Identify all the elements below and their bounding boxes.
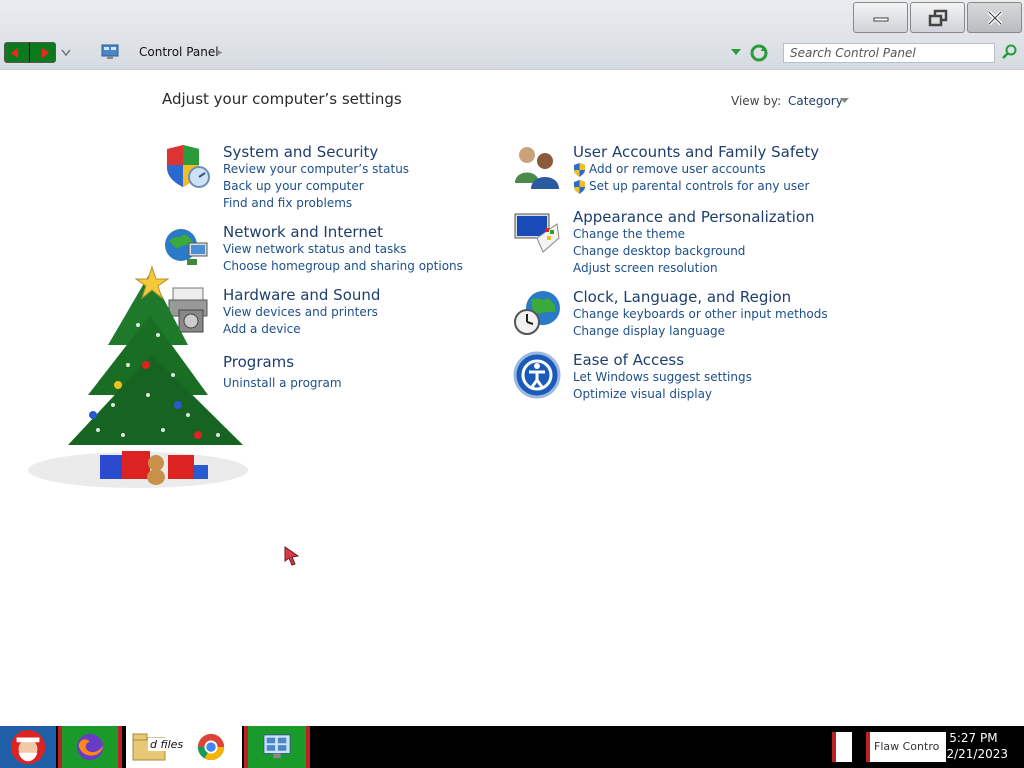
search-icon[interactable] bbox=[1002, 44, 1018, 60]
search-placeholder: Search Control Panel bbox=[790, 46, 916, 60]
control-panel-taskbar-icon bbox=[263, 734, 291, 759]
title-bar: Control Panel ▸ Search Control Panel bbox=[0, 0, 1024, 70]
clock-time: 5:27 PM bbox=[949, 731, 998, 745]
category-ease-of-access: Ease of Access Let Windows suggest setti… bbox=[513, 351, 833, 405]
globe-clock-icon[interactable] bbox=[513, 288, 561, 336]
search-input[interactable]: Search Control Panel bbox=[783, 43, 995, 63]
window-controls bbox=[853, 2, 1022, 33]
link-screen-resolution[interactable]: Adjust screen resolution bbox=[573, 261, 718, 275]
forward-button[interactable] bbox=[30, 43, 55, 62]
uac-shield-icon bbox=[574, 180, 585, 194]
category-title-system-security[interactable]: System and Security bbox=[223, 143, 378, 161]
christmas-tree-decoration bbox=[28, 265, 248, 488]
control-panel-icon bbox=[101, 44, 119, 59]
start-button[interactable] bbox=[0, 726, 56, 768]
taskbar-explorer-label: d files bbox=[148, 738, 186, 751]
users-icon[interactable] bbox=[513, 143, 561, 191]
page-title: Adjust your computer’s settings bbox=[162, 90, 402, 108]
taskbar-explorer[interactable]: d files bbox=[126, 726, 242, 768]
category-title-appearance[interactable]: Appearance and Personalization bbox=[573, 208, 815, 226]
tray-item-flaw-control[interactable]: Flaw Contro bbox=[866, 732, 946, 762]
category-title-clock-language[interactable]: Clock, Language, and Region bbox=[573, 288, 791, 306]
category-system-security: System and Security Review your computer… bbox=[163, 143, 463, 213]
back-button[interactable] bbox=[5, 43, 30, 62]
system-clock[interactable]: 5:27 PM 12/21/2023 bbox=[939, 730, 1008, 762]
monitor-palette-icon[interactable] bbox=[513, 208, 561, 256]
link-back-up[interactable]: Back up your computer bbox=[223, 179, 364, 193]
link-change-theme[interactable]: Change the theme bbox=[573, 227, 685, 241]
link-homegroup[interactable]: Choose homegroup and sharing options bbox=[223, 259, 463, 273]
link-display-language[interactable]: Change display language bbox=[573, 324, 725, 338]
link-desktop-background[interactable]: Change desktop background bbox=[573, 244, 745, 258]
forward-arrow-icon bbox=[41, 47, 49, 58]
close-button[interactable] bbox=[967, 2, 1022, 33]
taskbar-control-panel[interactable] bbox=[244, 726, 310, 768]
link-add-remove-accounts[interactable]: Add or remove user accounts bbox=[589, 162, 766, 176]
tray-label: Flaw Contro bbox=[874, 740, 940, 753]
clock-date: 12/21/2023 bbox=[938, 747, 1008, 761]
link-network-status[interactable]: View network status and tasks bbox=[223, 242, 406, 256]
category-title-ease-of-access[interactable]: Ease of Access bbox=[573, 351, 684, 369]
category-clock-language: Clock, Language, and Region Change keybo… bbox=[513, 288, 833, 342]
address-breadcrumb[interactable]: Control Panel bbox=[139, 45, 219, 59]
shield-icon[interactable] bbox=[163, 143, 211, 191]
close-icon bbox=[987, 10, 1002, 25]
category-title-network-internet[interactable]: Network and Internet bbox=[223, 223, 383, 241]
category-title-user-accounts[interactable]: User Accounts and Family Safety bbox=[573, 143, 819, 161]
minimize-button[interactable] bbox=[853, 2, 908, 33]
category-appearance: Appearance and Personalization Change th… bbox=[513, 208, 833, 278]
category-user-accounts: User Accounts and Family Safety Add or r… bbox=[513, 143, 833, 195]
link-change-keyboards[interactable]: Change keyboards or other input methods bbox=[573, 307, 828, 321]
view-by-chevron-icon[interactable] bbox=[840, 97, 849, 104]
view-by-label: View by: bbox=[731, 94, 782, 108]
link-optimize-visual[interactable]: Optimize visual display bbox=[573, 387, 712, 401]
address-dropdown-icon[interactable] bbox=[730, 47, 742, 57]
minimize-icon bbox=[873, 17, 888, 21]
tray-item-red[interactable] bbox=[832, 732, 852, 762]
ease-of-access-icon[interactable] bbox=[513, 351, 561, 399]
recent-pages-dropdown-icon[interactable] bbox=[60, 46, 72, 58]
link-suggest-settings[interactable]: Let Windows suggest settings bbox=[573, 370, 752, 384]
restore-button[interactable] bbox=[910, 2, 965, 33]
link-parental-controls[interactable]: Set up parental controls for any user bbox=[589, 179, 809, 193]
breadcrumb-chevron-icon[interactable]: ▸ bbox=[218, 48, 223, 58]
link-review-status[interactable]: Review your computer’s status bbox=[223, 162, 409, 176]
chrome-icon bbox=[197, 733, 225, 761]
taskbar: d files Flaw Contro 5:27 PM 12/21/2023 bbox=[0, 726, 1024, 768]
santa-start-icon bbox=[10, 729, 46, 765]
refresh-icon[interactable] bbox=[750, 44, 768, 62]
restore-icon bbox=[928, 9, 947, 26]
view-by-dropdown[interactable]: Category bbox=[788, 94, 843, 108]
mouse-cursor-icon bbox=[284, 546, 300, 566]
uac-shield-icon bbox=[574, 163, 585, 177]
navigation-buttons bbox=[4, 42, 56, 63]
firefox-icon bbox=[76, 733, 104, 761]
taskbar-firefox[interactable] bbox=[58, 726, 122, 768]
link-find-fix-problems[interactable]: Find and fix problems bbox=[223, 196, 352, 210]
back-arrow-icon bbox=[11, 47, 18, 58]
